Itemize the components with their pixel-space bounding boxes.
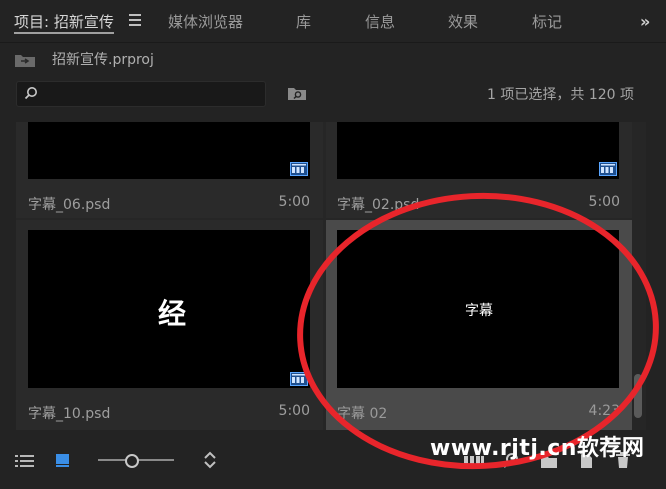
media-item-name: 字幕_02.psd: [337, 197, 420, 213]
search-input[interactable]: [16, 81, 266, 107]
tab-effects[interactable]: 效果: [448, 10, 478, 34]
project-file-icon: [14, 52, 36, 68]
media-thumbnail: 字幕: [337, 230, 619, 388]
sequence-badge-icon: [290, 372, 308, 386]
panel-menu-icon[interactable]: [128, 12, 144, 28]
media-grid: 字幕_06.psd 5:00 字幕_02.psd 5:00 经 字幕_10.ps…: [16, 122, 646, 430]
tab-libraries[interactable]: 库: [296, 10, 311, 34]
sort-icon[interactable]: [203, 451, 217, 469]
media-item-name: 字幕_06.psd: [28, 197, 111, 213]
tab-info[interactable]: 信息: [365, 10, 395, 34]
media-item[interactable]: 经 字幕_10.psd 5:00: [16, 220, 323, 430]
sequence-badge-icon: [599, 162, 617, 176]
media-item-name: 字幕_10.psd: [28, 406, 111, 422]
watermark-text: www.rjtj.cn软荐网: [430, 436, 645, 461]
tab-markers[interactable]: 标记: [532, 10, 562, 34]
media-item-name: 字幕 02: [337, 406, 388, 422]
zoom-slider-knob[interactable]: [125, 454, 140, 468]
thumbnail-text: 经: [158, 297, 187, 330]
tab-overflow-chevron-icon[interactable]: »: [640, 10, 660, 34]
media-thumbnail: [28, 122, 310, 179]
scrollbar-thumb[interactable]: [634, 374, 642, 418]
grid-scrollbar[interactable]: [632, 122, 644, 430]
media-thumbnail: [337, 122, 619, 179]
media-item-duration: 5:00: [278, 403, 310, 419]
icon-view-icon[interactable]: [55, 452, 71, 468]
media-item[interactable]: 字幕_06.psd 5:00: [16, 122, 323, 218]
tab-media-browser[interactable]: 媒体浏览器: [168, 10, 243, 34]
media-thumbnail: 经: [28, 230, 310, 388]
tab-project[interactable]: 项目: 招新宣传: [14, 10, 114, 34]
media-item-duration: 5:00: [278, 194, 310, 210]
new-search-bin-icon[interactable]: [287, 85, 307, 101]
media-item-duration: 4:23: [588, 403, 620, 419]
selection-status: 1 项已选择，共 120 项: [487, 87, 634, 103]
thumbnail-text: 字幕: [465, 303, 493, 319]
list-view-icon[interactable]: [15, 453, 35, 469]
sequence-badge-icon: [290, 162, 308, 176]
media-item[interactable]: 字幕_02.psd 5:00: [326, 122, 632, 218]
project-name: 招新宣传.prproj: [52, 52, 154, 68]
media-item-selected[interactable]: 字幕 字幕 02 4:23: [326, 220, 632, 430]
media-item-duration: 5:00: [588, 194, 620, 210]
panel-tab-bar: 项目: 招新宣传 媒体浏览器 库 信息 效果 标记 »: [0, 0, 666, 43]
search-icon: [24, 87, 37, 100]
